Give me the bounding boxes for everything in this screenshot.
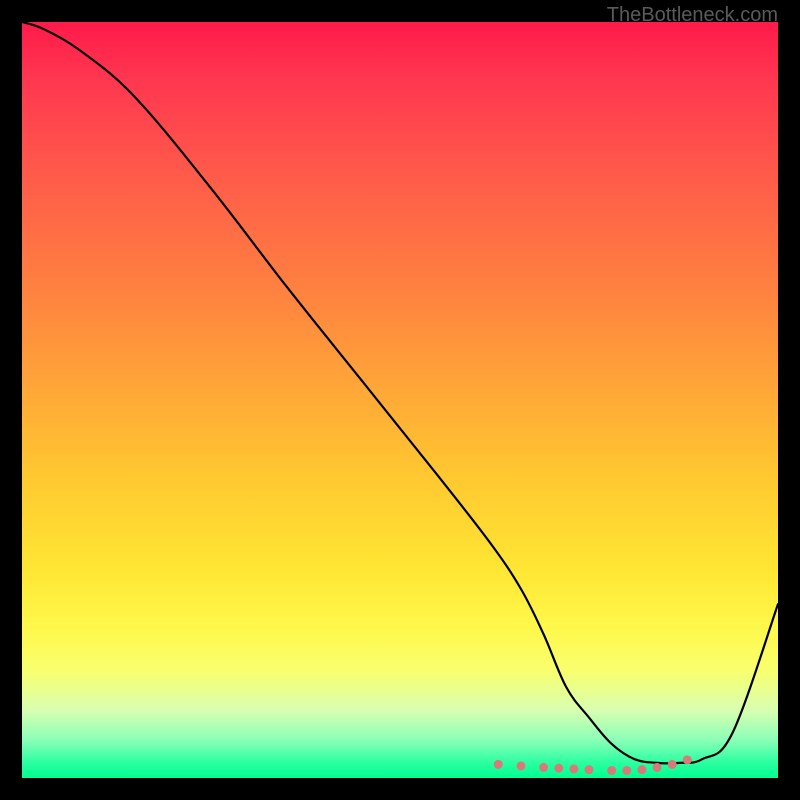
marker-dot <box>668 760 677 769</box>
chart-svg <box>22 22 778 778</box>
marker-dot <box>539 763 548 772</box>
marker-dot <box>569 764 578 773</box>
bottleneck-curve <box>22 22 778 763</box>
marker-dot <box>683 755 692 764</box>
marker-dot <box>516 761 525 770</box>
plot-area <box>22 22 778 778</box>
marker-dot <box>622 766 631 775</box>
marker-dot <box>653 763 662 772</box>
marker-dot <box>494 760 503 769</box>
marker-dot <box>554 764 563 773</box>
marker-dot <box>637 765 646 774</box>
marker-dot <box>607 766 616 775</box>
watermark-text: TheBottleneck.com <box>607 4 778 27</box>
curve-markers <box>494 755 692 775</box>
marker-dot <box>585 765 594 774</box>
